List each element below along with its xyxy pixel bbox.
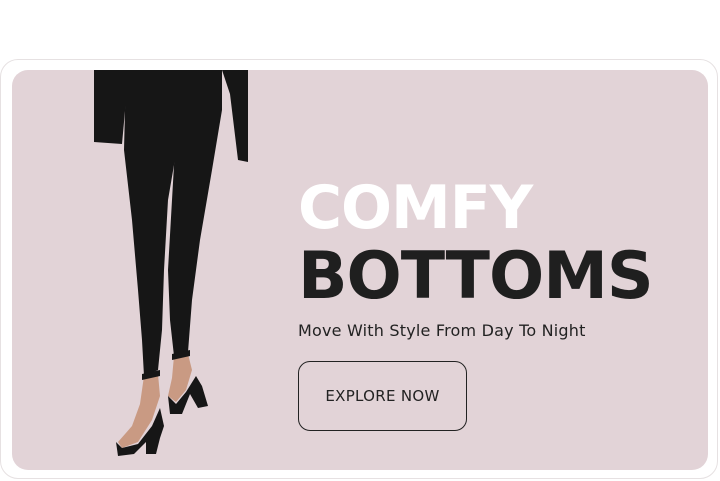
model-image	[94, 70, 248, 456]
page: COMFY BOTTOMS Move With Style From Day T…	[0, 0, 720, 481]
tagline: Move With Style From Day To Night	[298, 321, 586, 340]
right-leg-shape	[168, 70, 222, 356]
headline-line-1: COMFY	[298, 173, 533, 243]
promo-banner[interactable]: COMFY BOTTOMS Move With Style From Day T…	[12, 70, 708, 470]
headline-line-2: BOTTOMS	[298, 239, 654, 314]
explore-now-button[interactable]: EXPLORE NOW	[298, 361, 467, 431]
